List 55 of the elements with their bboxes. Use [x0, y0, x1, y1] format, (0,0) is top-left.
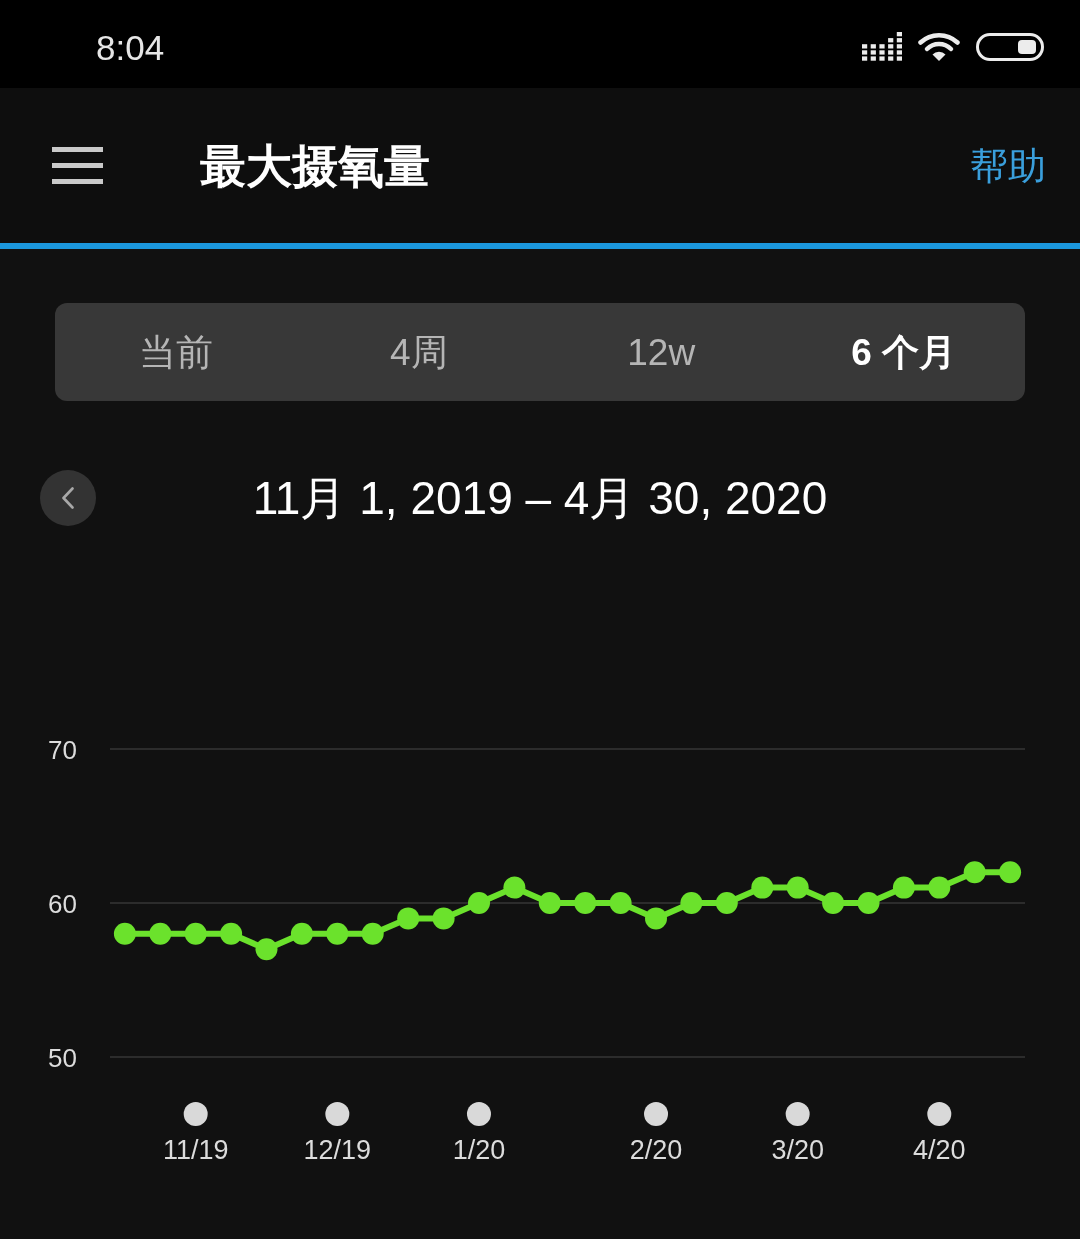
data-point: [397, 907, 420, 930]
data-point: [432, 907, 455, 930]
period-tab[interactable]: 6 个月: [782, 303, 1025, 401]
data-point: [220, 922, 243, 945]
y-axis-label: 50: [48, 1042, 77, 1073]
x-axis-label: 2/20: [629, 1135, 683, 1165]
help-link[interactable]: 帮助: [970, 146, 1046, 185]
dot-icon: [183, 1102, 208, 1126]
x-axis-label: 12/19: [303, 1135, 372, 1165]
x-axis-label: 1/20: [452, 1135, 506, 1165]
x-axis-label: 4/20: [913, 1135, 966, 1165]
x-axis-label: 11/19: [162, 1135, 229, 1165]
data-point: [999, 861, 1022, 884]
signal-icon: [862, 32, 903, 62]
data-point: [574, 892, 597, 914]
data-point: [113, 922, 136, 945]
data-point: [751, 876, 774, 899]
dot-icon: [785, 1102, 810, 1126]
dot-icon: [927, 1102, 952, 1126]
x-axis-label: 3/20: [771, 1135, 824, 1165]
data-point: [963, 861, 986, 884]
y-axis-label: 60: [48, 888, 77, 919]
back-button[interactable]: [40, 470, 96, 526]
status-time: 8:04: [96, 29, 165, 65]
data-point: [715, 892, 738, 914]
wifi-icon: [918, 32, 960, 62]
dot-icon: [644, 1102, 669, 1126]
data-point: [326, 922, 349, 945]
data-point: [468, 892, 490, 914]
data-point: [857, 892, 880, 914]
data-point: [361, 922, 384, 945]
chevron-left-icon: [62, 487, 74, 509]
period-tab[interactable]: 当前: [55, 303, 298, 401]
menu-icon[interactable]: [52, 147, 103, 184]
dot-icon: [466, 1102, 491, 1126]
data-point: [290, 922, 313, 945]
data-point: [786, 876, 809, 899]
data-point: [538, 892, 561, 914]
data-point: [255, 938, 278, 961]
period-tab[interactable]: 4周: [297, 303, 540, 401]
date-range: 11月 1, 2019 – 4月 30, 2020: [252, 475, 828, 521]
data-point: [892, 876, 915, 899]
data-point: [503, 876, 526, 899]
data-point: [609, 892, 632, 914]
battery-icon: [976, 33, 1044, 61]
y-axis-label: 70: [48, 734, 77, 765]
page-title: 最大摄氧量: [200, 142, 430, 189]
data-point: [184, 922, 207, 945]
data-point: [680, 892, 703, 914]
period-tab[interactable]: 12w: [540, 303, 783, 401]
data-point: [149, 922, 172, 945]
data-point: [822, 892, 845, 914]
data-point: [928, 876, 951, 899]
data-point: [645, 907, 667, 930]
dot-icon: [325, 1102, 350, 1126]
